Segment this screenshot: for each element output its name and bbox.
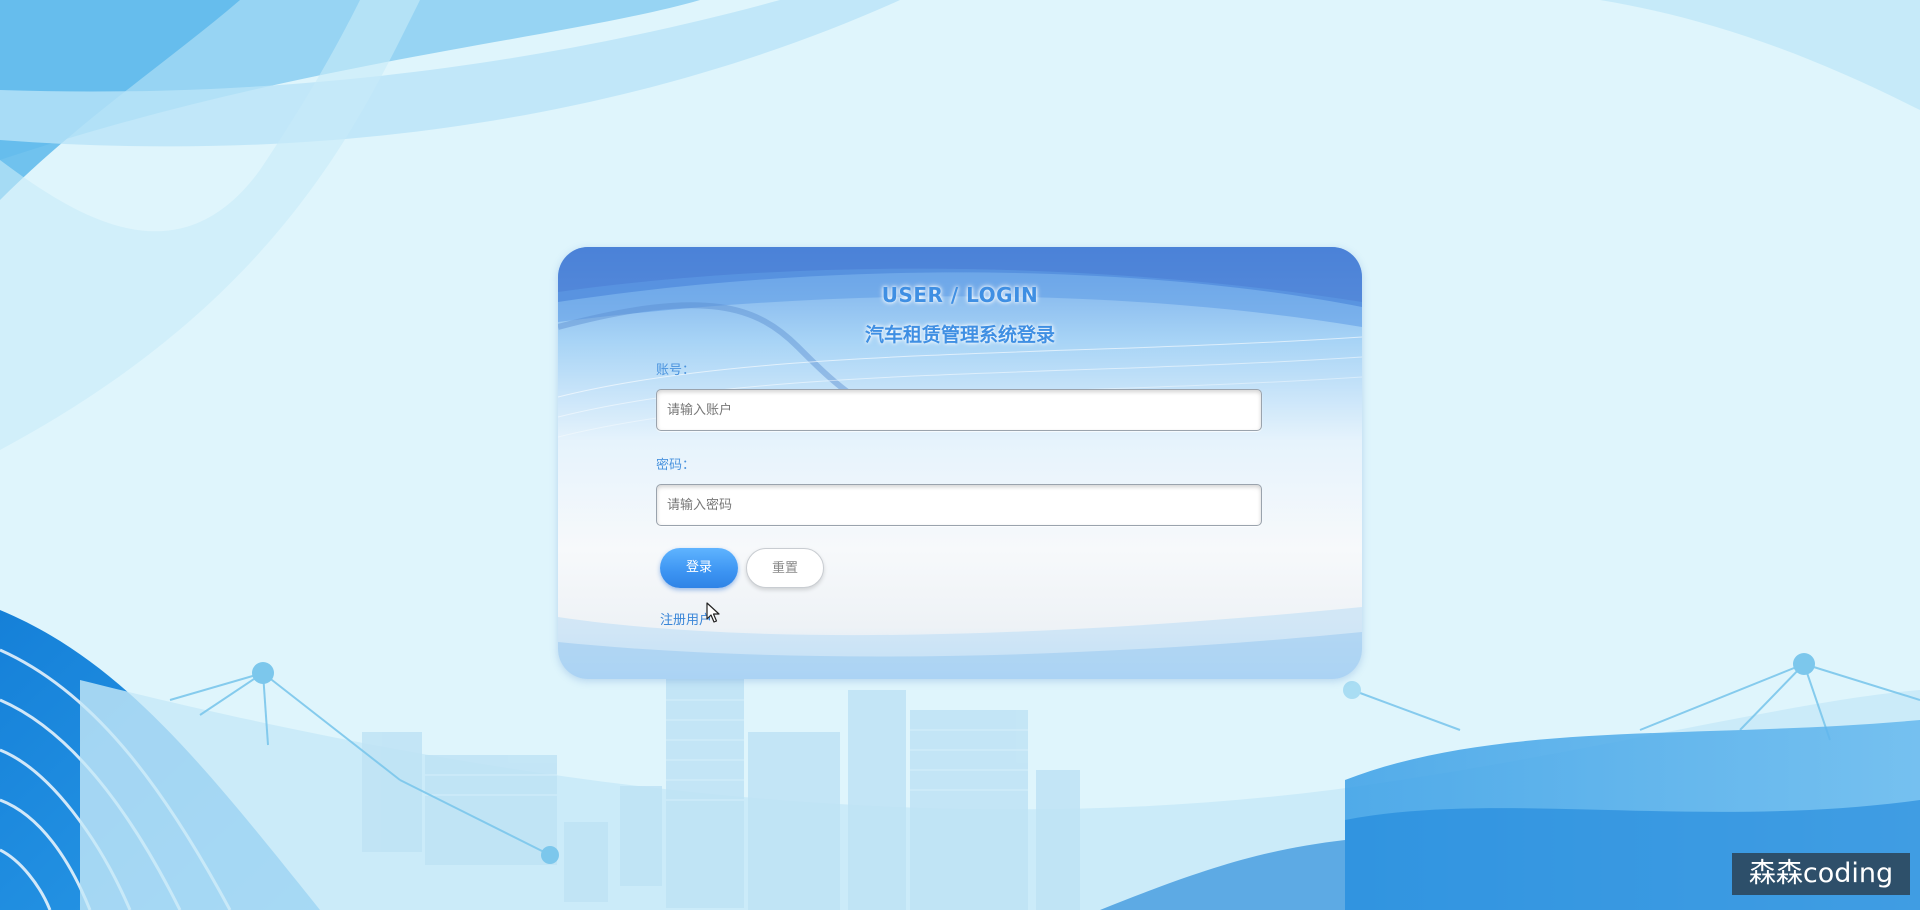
- mouse-cursor-icon: [706, 602, 720, 623]
- account-label: 账号：: [656, 363, 696, 378]
- login-card: USER / LOGIN 汽车租赁管理系统登录 账号： 密码： 登录 重置 注册…: [558, 247, 1362, 679]
- login-button[interactable]: 登录: [660, 548, 738, 588]
- account-input[interactable]: [656, 389, 1262, 431]
- reset-button[interactable]: 重置: [746, 548, 824, 588]
- login-title-cn: 汽车租赁管理系统登录: [864, 324, 1055, 346]
- watermark-label: 森森coding: [1732, 853, 1910, 895]
- password-input[interactable]: [656, 484, 1262, 526]
- password-label: 密码：: [656, 458, 696, 473]
- register-link[interactable]: 注册用户: [660, 609, 712, 628]
- login-title-en: USER / LOGIN: [881, 283, 1039, 307]
